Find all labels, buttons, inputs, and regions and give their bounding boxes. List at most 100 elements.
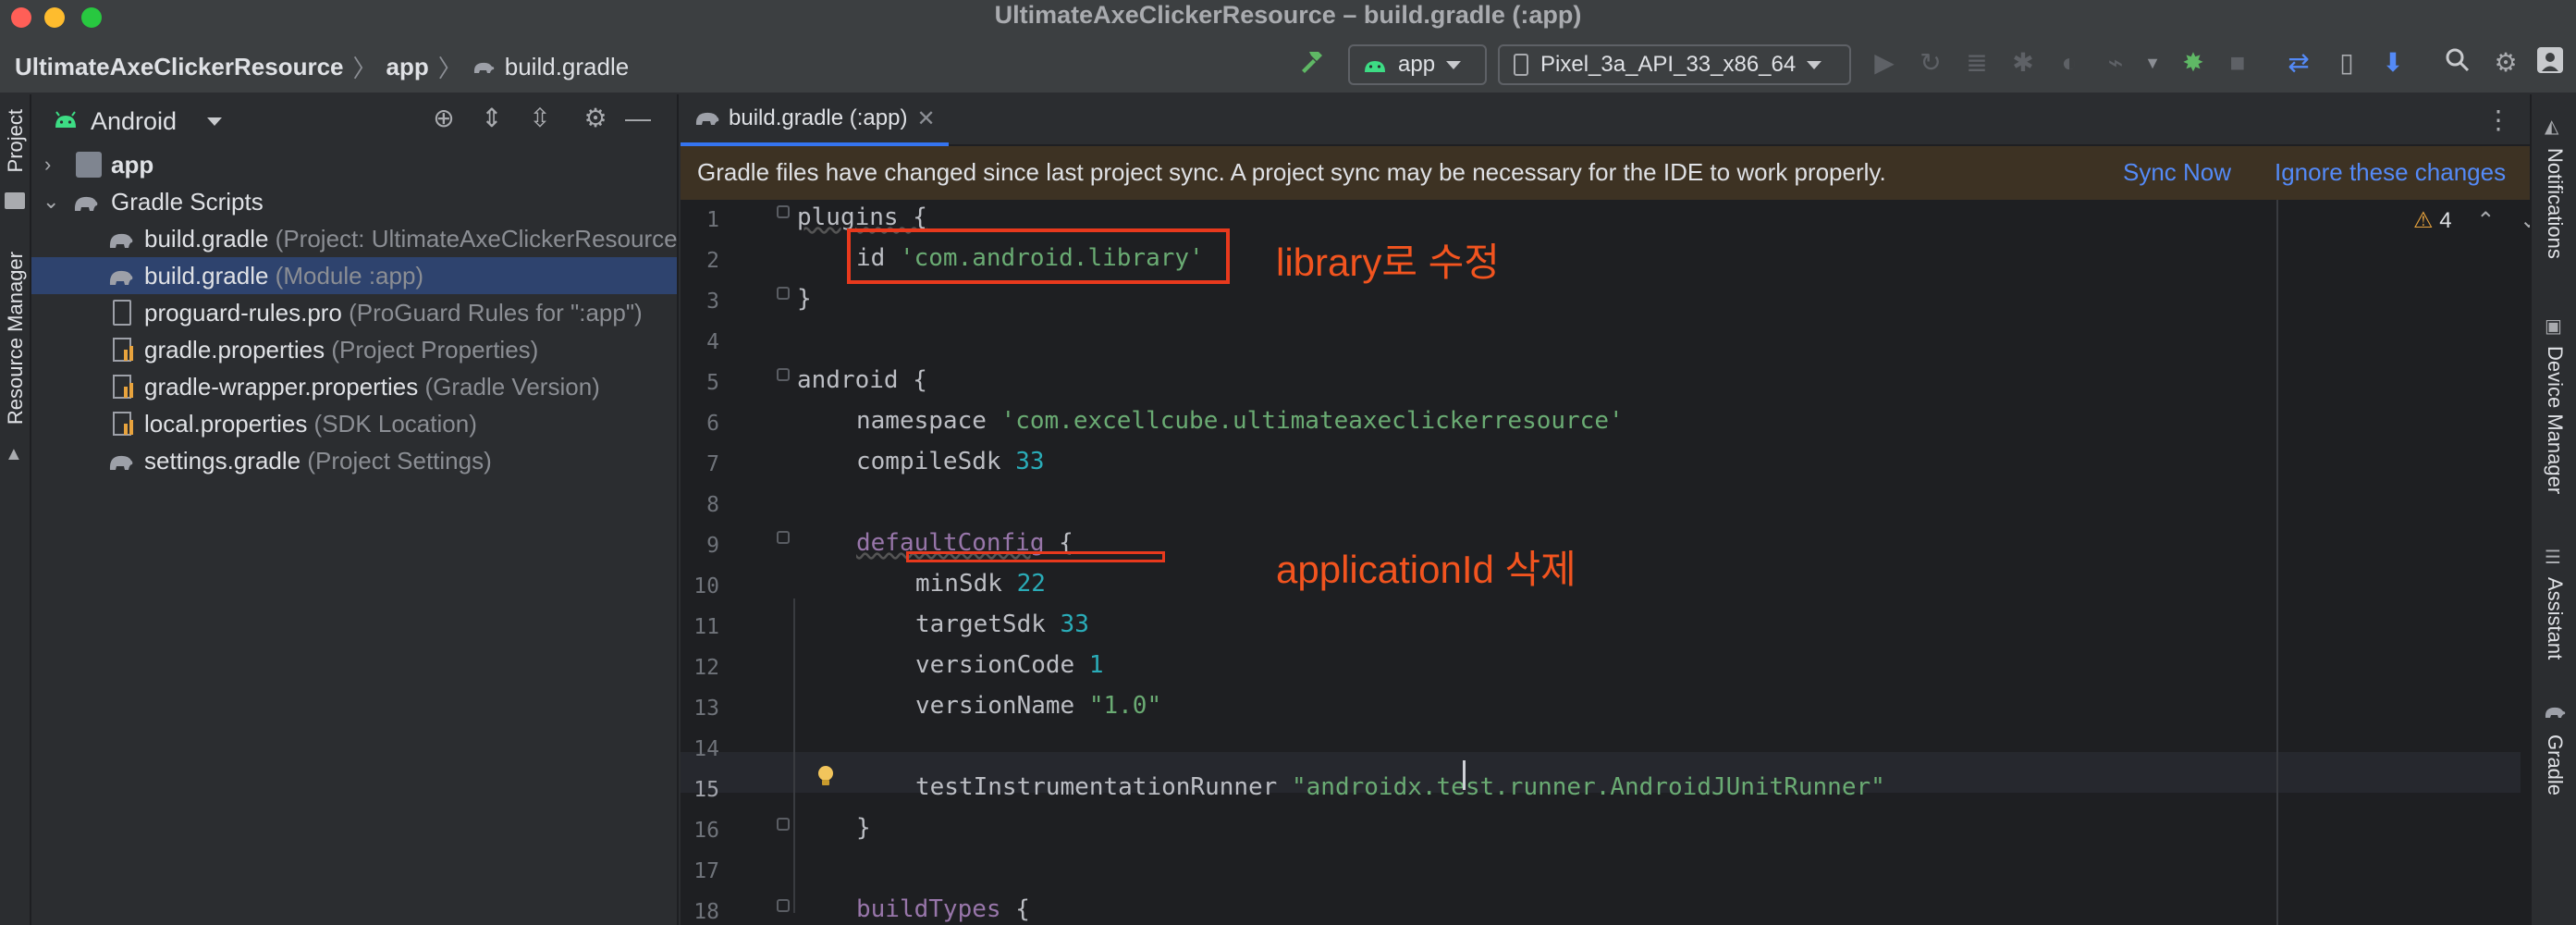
account-icon[interactable] — [2533, 46, 2567, 80]
code-token: minSdk — [915, 570, 1017, 598]
tree-item-detail: (Project Settings) — [307, 446, 492, 475]
code-token: versionName — [915, 692, 1089, 720]
tree-item-proguard-rules[interactable]: proguard-rules.pro (ProGuard Rules for "… — [31, 294, 677, 331]
code-token: namespace — [856, 407, 1001, 435]
apply-changes-icon[interactable]: ↻ — [1914, 46, 1947, 80]
stop-icon[interactable]: ■ — [2221, 46, 2254, 80]
run-config-label: app — [1398, 52, 1436, 77]
profile-icon[interactable]: ◐ — [2053, 46, 2086, 80]
breadcrumb-module[interactable]: app — [386, 53, 429, 81]
tree-item-gradle-properties[interactable]: gradle.properties (Project Properties) — [31, 331, 677, 368]
tree-item-settings-gradle[interactable]: settings.gradle (Project Settings) — [31, 442, 677, 479]
code-string: "androidx.test.runner.AndroidJUnitRunner… — [1292, 773, 1885, 801]
chevron-right-icon: 〉 — [437, 55, 462, 82]
editor-scrollbar[interactable] — [2521, 200, 2530, 925]
lightbulb-icon[interactable] — [812, 762, 840, 790]
inspection-widget[interactable]: ⚠ 4 ⌃ ⌄ — [2413, 207, 2530, 234]
text-caret — [1463, 760, 1466, 790]
code-token: android { — [797, 366, 927, 394]
gear-icon[interactable]: ⚙ — [579, 102, 612, 135]
tree-item-build-gradle-module[interactable]: build.gradle (Module :app) — [31, 257, 677, 294]
code-token: plugins { — [797, 204, 927, 231]
sync-now-link[interactable]: Sync Now — [2123, 158, 2231, 187]
tab-build-gradle-app[interactable]: build.gradle (:app) ✕ — [681, 94, 949, 146]
main-toolbar: UltimateAxeClickerResource 〉 app 〉 build… — [0, 33, 2576, 94]
code-line-10: minSdk 22 — [915, 570, 1046, 598]
tree-item-gradle-scripts[interactable]: ⌄ Gradle Scripts — [31, 183, 677, 220]
gradle-sync-notification: Gradle files have changed since last pro… — [681, 146, 2530, 200]
code-line-13: versionName "1.0" — [915, 692, 1161, 720]
properties-file-icon — [113, 375, 133, 399]
code-editor: build.gradle (:app) ✕ ⋮ Gradle files hav… — [681, 94, 2530, 925]
attach-process-icon[interactable]: ✸ — [2177, 46, 2210, 80]
assistant-tool-button[interactable]: Assistant — [2543, 577, 2567, 660]
chevron-down-icon[interactable]: ⌄ — [2520, 208, 2530, 233]
hide-panel-icon[interactable]: — — [621, 102, 655, 135]
code-number: 33 — [1060, 610, 1089, 638]
android-icon — [1365, 61, 1385, 72]
gradle-elephant-icon — [74, 196, 98, 211]
more-options-icon[interactable]: ⋮ — [2482, 104, 2515, 137]
title-bar: UltimateAxeClickerResource – build.gradl… — [0, 0, 2576, 33]
code-area[interactable]: plugins { id 'com.android.library' } and… — [681, 200, 2521, 925]
locate-file-icon[interactable]: ⊕ — [427, 102, 460, 135]
code-line-12: versionCode 1 — [915, 651, 1104, 679]
attach-debugger-icon[interactable]: ⌁ — [2099, 46, 2132, 80]
window-title: UltimateAxeClickerResource – build.gradl… — [994, 1, 1582, 29]
text-file-icon — [113, 300, 131, 326]
gradle-elephant-icon — [695, 112, 719, 125]
sdk-manager-icon[interactable]: ⬇ — [2376, 46, 2410, 80]
close-tab-icon[interactable]: ✕ — [916, 105, 935, 132]
project-tool-button[interactable]: Project — [4, 109, 28, 172]
build-hammer-icon[interactable] — [1294, 46, 1328, 80]
tree-item-label: gradle.properties — [144, 335, 325, 364]
device-manager-icon[interactable]: ▯ — [2330, 46, 2363, 80]
ignore-changes-link[interactable]: Ignore these changes — [2275, 158, 2506, 187]
gradle-elephant-icon — [2543, 703, 2567, 723]
code-token: testInstrumentationRunner — [915, 773, 1292, 801]
resource-manager-tool-button[interactable]: Resource Manager — [4, 252, 28, 425]
annotation-appid-note: applicationId 삭제 — [1276, 548, 1576, 591]
code-token: } — [797, 285, 812, 313]
code-line-11: targetSdk 33 — [915, 610, 1089, 638]
breadcrumb-file[interactable]: build.gradle — [505, 53, 629, 81]
apply-code-changes-icon[interactable]: ≣ — [1960, 46, 1993, 80]
run-icon[interactable]: ▶ — [1868, 46, 1901, 80]
code-token: versionCode — [915, 651, 1089, 679]
gear-icon[interactable]: ⚙ — [2489, 46, 2522, 80]
tree-item-gradle-wrapper-properties[interactable]: gradle-wrapper.properties (Gradle Versio… — [31, 368, 677, 405]
device-manager-tool-button[interactable]: Device Manager — [2543, 346, 2567, 494]
expand-all-icon[interactable]: ⇕ — [475, 102, 509, 135]
code-line-6: namespace 'com.excellcube.ultimateaxecli… — [856, 407, 1624, 435]
debug-icon[interactable]: ✱ — [2006, 46, 2040, 80]
chevron-down-icon[interactable] — [207, 117, 222, 126]
chevron-right-icon[interactable]: › — [44, 153, 51, 177]
gradle-tool-button[interactable]: Gradle — [2543, 734, 2567, 796]
chevron-up-icon[interactable]: ⌃ — [2476, 208, 2495, 233]
search-icon[interactable] — [2441, 46, 2474, 80]
tree-item-label: app — [111, 150, 154, 179]
tree-item-app[interactable]: › app — [31, 146, 677, 183]
chevron-down-icon[interactable]: ⌄ — [43, 190, 59, 214]
notifications-tool-button[interactable]: Notifications — [2543, 148, 2567, 259]
tree-item-build-gradle-project[interactable]: build.gradle (Project: UltimateAxeClicke… — [31, 220, 677, 257]
sync-gradle-icon[interactable]: ⇄ — [2282, 46, 2315, 80]
project-view-selector[interactable]: Android — [91, 107, 177, 136]
properties-file-icon — [113, 412, 133, 436]
breadcrumb-project[interactable]: UltimateAxeClickerResource — [15, 53, 344, 81]
resource-icon: ▲ — [5, 444, 23, 464]
tree-item-label: proguard-rules.pro — [144, 298, 342, 327]
tab-label: build.gradle (:app) — [729, 105, 908, 130]
collapse-all-icon[interactable]: ⇳ — [523, 102, 557, 135]
device-dropdown[interactable]: Pixel_3a_API_33_x86_64 — [1498, 44, 1851, 85]
code-line-18: buildTypes { — [856, 895, 1030, 923]
tree-item-local-properties[interactable]: local.properties (SDK Location) — [31, 405, 677, 442]
left-tool-strip: Project Resource Manager ▲ — [0, 94, 31, 925]
run-config-dropdown[interactable]: app — [1348, 44, 1487, 85]
annotation-library-note: library로 수정 — [1276, 240, 1500, 284]
device-label: Pixel_3a_API_33_x86_64 — [1540, 52, 1797, 77]
code-line-5: android { — [797, 366, 927, 394]
chevron-down-icon[interactable]: ▼ — [2136, 46, 2169, 80]
code-token: } — [856, 814, 871, 842]
gradle-elephant-icon — [109, 455, 133, 470]
